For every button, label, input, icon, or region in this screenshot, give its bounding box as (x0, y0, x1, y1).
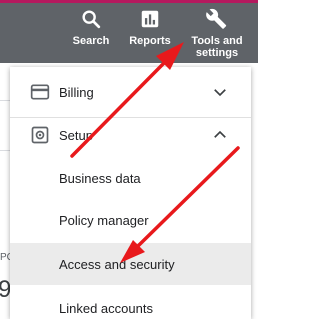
background-divider (0, 150, 10, 151)
policy-manager-label: Policy manager (59, 212, 149, 228)
billing-card-icon (30, 84, 50, 100)
access-and-security-label: Access and security (59, 256, 175, 272)
gear-icon (31, 126, 49, 144)
search-label: Search (72, 35, 110, 47)
menu-item-billing[interactable]: Billing (10, 67, 251, 117)
chevron-down-icon[interactable] (211, 83, 229, 101)
setup-label: Setup (59, 127, 93, 143)
wrench-icon (206, 8, 227, 29)
tools-label-line2: settings (195, 47, 239, 59)
billing-label: Billing (59, 84, 94, 100)
linked-accounts-label: Linked accounts (59, 300, 153, 316)
menu-item-access-and-security[interactable]: Access and security (10, 243, 251, 285)
reports-icon (141, 10, 159, 28)
menu-item-business-data[interactable]: Business data (10, 158, 251, 198)
tools-dropdown-menu: Billing Setup Business data Policy manag… (10, 67, 251, 319)
chevron-up-icon[interactable] (211, 126, 229, 144)
reports-label: Reports (129, 35, 171, 47)
menu-item-linked-accounts[interactable]: Linked accounts (10, 288, 251, 319)
search-icon (82, 10, 101, 29)
menu-item-policy-manager[interactable]: Policy manager (10, 200, 251, 240)
top-accent-strip (0, 0, 258, 3)
reports-button[interactable]: Reports (127, 8, 173, 60)
business-data-label: Business data (59, 170, 141, 186)
top-toolbar: Search Reports Tools and settings (0, 0, 258, 63)
tools-and-settings-button[interactable]: Tools and settings (186, 8, 248, 60)
background-divider (0, 100, 10, 101)
tools-label-line1: Tools and (191, 35, 243, 47)
menu-item-setup[interactable]: Setup (10, 118, 251, 152)
search-button[interactable]: Search (70, 8, 112, 60)
